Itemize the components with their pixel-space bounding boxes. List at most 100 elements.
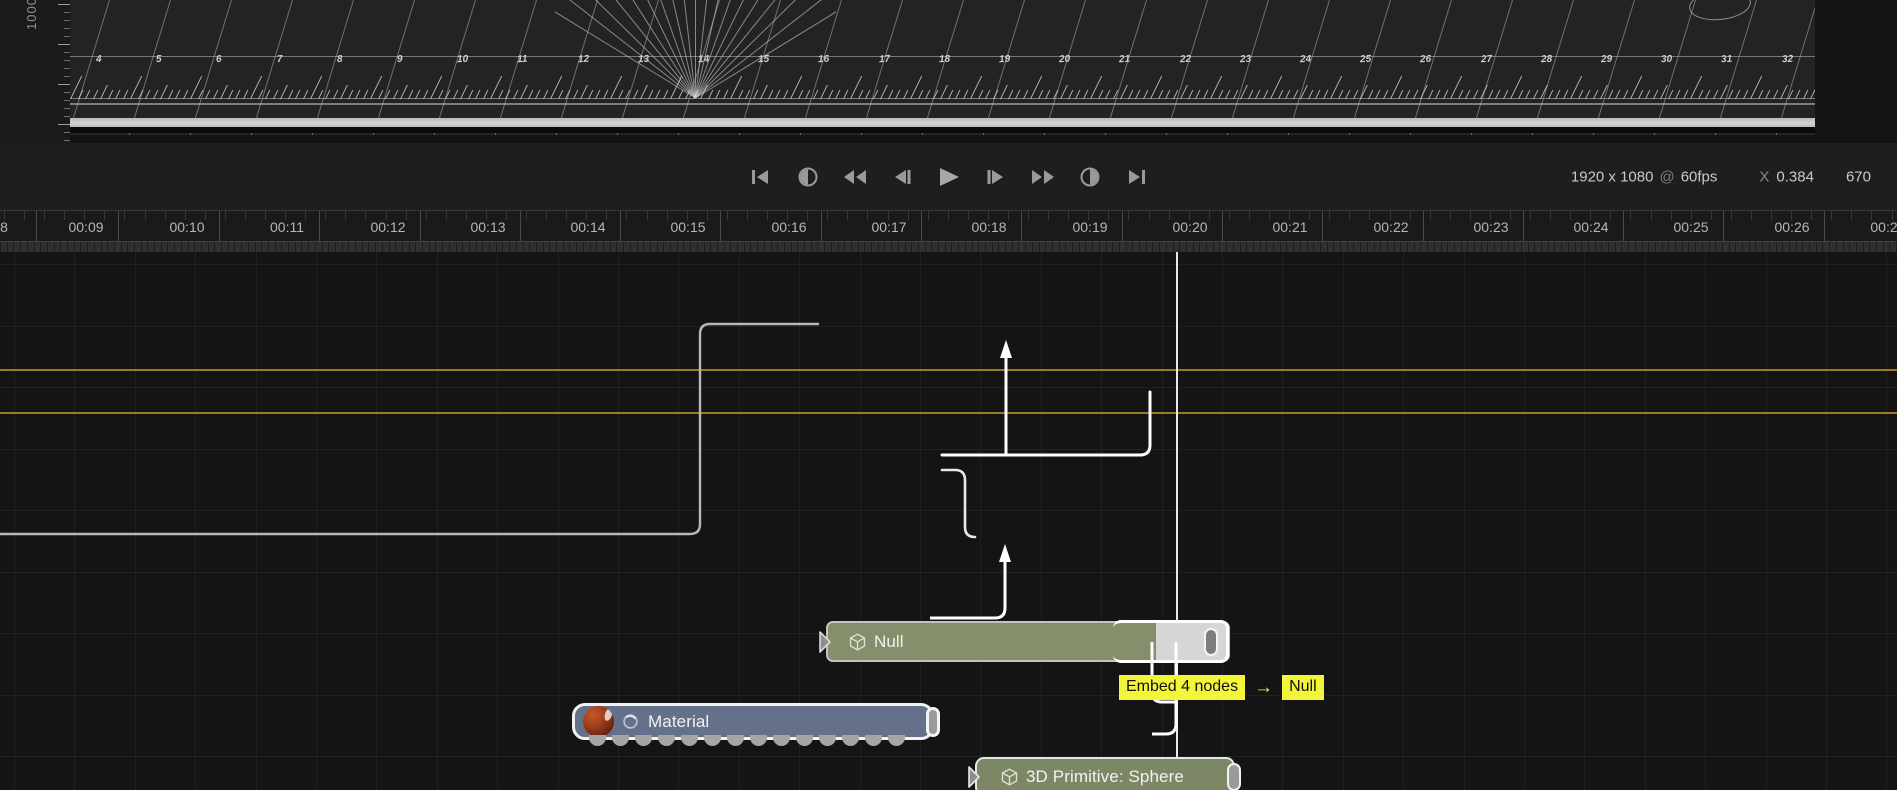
timeline-minor-tick — [948, 211, 949, 220]
next-marker-button[interactable] — [1075, 162, 1105, 192]
timeline-minor-tick — [888, 211, 889, 220]
timeline-minor-tick — [406, 211, 407, 220]
input-socket[interactable] — [773, 735, 790, 746]
mat-ruler-number: 17 — [878, 53, 890, 66]
timeline-minor-tick — [1390, 211, 1391, 220]
timeline-minor-tick — [1108, 211, 1109, 220]
timeline-minor-tick — [1269, 211, 1270, 220]
ring-icon — [622, 713, 639, 730]
transport-controls — [746, 162, 1152, 192]
timeline-minor-tick — [1791, 211, 1792, 220]
timeline-minor-tick — [1651, 211, 1652, 220]
timeline-labels: 8 00:09 00:10 00:11 00:12 00:13 00:14 00:15 00:1… — [0, 211, 1897, 242]
viewport-vertical-ruler[interactable] — [58, 0, 70, 143]
mat-ruler-number: 14 — [697, 53, 710, 66]
mat-ruler-number: 13 — [637, 53, 650, 66]
timeline-minor-tick — [345, 211, 346, 220]
go-to-end-button[interactable] — [1122, 162, 1152, 192]
timeline-major-tick — [1723, 211, 1724, 242]
timeline-minor-tick — [767, 211, 768, 220]
timeline-label: 00:22 — [1373, 219, 1409, 235]
node-material-orange[interactable]: Material — [572, 703, 940, 746]
timeline-label: 00:25 — [1673, 219, 1709, 235]
input-socket[interactable] — [796, 735, 813, 746]
input-socket[interactable] — [842, 735, 859, 746]
node-primitive-input-port[interactable] — [968, 764, 986, 790]
x-axis-label: X — [1759, 168, 1770, 185]
mat-ruler-number: 15 — [757, 53, 770, 66]
timeline-major-tick — [36, 211, 37, 242]
timeline-minor-tick — [586, 211, 587, 220]
input-socket[interactable] — [635, 735, 652, 746]
timeline-minor-tick — [546, 211, 547, 220]
timeline-major-tick — [1021, 211, 1022, 242]
node-material-orange-input-sockets[interactable] — [589, 735, 905, 746]
play-button[interactable] — [934, 162, 964, 192]
input-socket[interactable] — [681, 735, 698, 746]
mat-ruler-number: 26 — [1420, 53, 1432, 66]
input-socket[interactable] — [888, 735, 905, 746]
node-3d-primitive-sphere[interactable]: 3D Primitive: Sphere — [968, 757, 1241, 790]
timeline-minor-tick — [145, 211, 146, 220]
timeline-label: 00:20 — [1172, 219, 1208, 235]
timeline-minor-tick — [1550, 211, 1551, 220]
input-socket[interactable] — [704, 735, 721, 746]
x-axis-value: 0.384 — [1776, 168, 1814, 185]
go-to-start-button[interactable] — [746, 162, 776, 192]
mat-ruler-number: 18 — [938, 53, 951, 66]
timeline-minor-tick — [1851, 211, 1852, 220]
input-socket[interactable] — [750, 735, 767, 746]
transport-info: 1920 x 1080 @ 60fps X 0.384 670 — [1571, 168, 1871, 185]
mat-ruler-number: 30 — [1660, 53, 1673, 66]
timeline-minor-tick — [1610, 211, 1611, 220]
at-symbol: @ — [1659, 168, 1675, 185]
transport-bar: 1920 x 1080 @ 60fps X 0.384 670 — [0, 143, 1897, 211]
mat-ruler-number: 12 — [577, 53, 589, 66]
timeline-label: 00:11 — [270, 219, 304, 235]
viewport-axis-label: 1000 — [24, 0, 39, 30]
input-socket[interactable] — [612, 735, 629, 746]
timeline-label: 00:13 — [470, 219, 506, 235]
timeline-minor-tick — [1349, 211, 1350, 220]
timeline-minor-tick — [1068, 211, 1069, 220]
timeline-label: 00:17 — [871, 219, 907, 235]
timeline-minor-tick — [165, 211, 166, 220]
input-socket[interactable] — [819, 735, 836, 746]
timeline-minor-tick — [1028, 211, 1029, 220]
timeline-label: 8 — [0, 219, 8, 235]
playhead[interactable] — [1176, 252, 1178, 790]
timeline-minor-tick — [988, 211, 989, 220]
rewind-button[interactable] — [840, 162, 870, 192]
step-forward-button[interactable] — [981, 162, 1011, 192]
node-material-orange-output-port[interactable] — [926, 706, 940, 737]
timeline-minor-tick — [787, 211, 788, 220]
timeline-minor-tick — [466, 211, 467, 220]
timeline-minor-tick — [606, 211, 607, 220]
timeline-label: 00:18 — [971, 219, 1007, 235]
viewport-preview-panel[interactable]: 4 5 6 7 8 9 10 11 12 13 14 15 16 17 18 19 20 21 22 23 24 25 26… — [0, 0, 1897, 143]
input-socket[interactable] — [727, 735, 744, 746]
previous-marker-button[interactable] — [793, 162, 823, 192]
timeline-minor-tick — [124, 211, 125, 220]
input-socket[interactable] — [589, 735, 606, 746]
timeline-major-tick — [1322, 211, 1323, 242]
timeline-minor-tick — [285, 211, 286, 220]
horizontal-guide-bottom — [0, 412, 1897, 414]
frame-number-value: 670 — [1845, 168, 1871, 185]
timeline-label: 00:2 — [1870, 219, 1897, 235]
timeline-ruler[interactable]: 8 00:09 00:10 00:11 00:12 00:13 00:14 00:15 00:1… — [0, 211, 1897, 252]
node-graph-canvas[interactable]: Null 3D Primitive: Sphere Material Embed… — [0, 252, 1897, 790]
timeline-minor-tick — [1410, 211, 1411, 220]
timeline-minor-tick — [1149, 211, 1150, 220]
node-editor-window: 4 5 6 7 8 9 10 11 12 13 14 15 16 17 18 19 20 21 22 23 24 25 26… — [0, 0, 1897, 790]
mat-ruler-number: 23 — [1239, 53, 1252, 66]
node-null-input-port[interactable] — [819, 629, 837, 655]
mat-ruler-number: 21 — [1119, 53, 1131, 66]
timeline-minor-tick — [1289, 211, 1290, 220]
input-socket[interactable] — [658, 735, 675, 746]
step-back-button[interactable] — [887, 162, 917, 192]
input-socket[interactable] — [865, 735, 882, 746]
fast-forward-button[interactable] — [1028, 162, 1058, 192]
node-primitive-output-port[interactable] — [1227, 762, 1241, 790]
timeline-minor-tick — [626, 211, 627, 220]
